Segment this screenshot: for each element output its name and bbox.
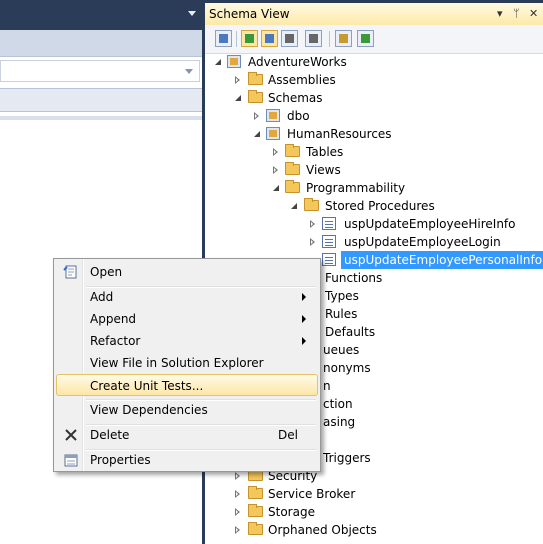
hierarchy-icon[interactable] <box>305 30 322 47</box>
database-project-icon <box>227 55 241 68</box>
close-icon[interactable]: ✕ <box>529 7 538 20</box>
synchronize-icon[interactable] <box>357 30 374 47</box>
tree-item-schemas[interactable]: Schemas <box>205 89 543 107</box>
folder-icon <box>248 504 263 517</box>
folder-icon <box>248 522 263 535</box>
schema-icon <box>266 109 280 122</box>
chevron-down-icon[interactable] <box>185 69 193 74</box>
expand-icon[interactable] <box>273 166 278 174</box>
folder-icon <box>285 162 300 175</box>
menu-item-append[interactable]: Append <box>56 308 318 330</box>
tree-item-tables[interactable]: Tables <box>205 143 543 161</box>
menu-item-delete[interactable]: Delete Del <box>56 424 318 446</box>
expand-icon[interactable] <box>310 238 315 246</box>
toolbar-separator <box>236 31 237 47</box>
submenu-arrow-icon <box>302 293 306 301</box>
menu-item-view-dependencies[interactable]: View Dependencies <box>56 399 318 421</box>
stored-procedure-icon <box>322 235 336 248</box>
editor-divider <box>0 116 202 120</box>
sort-icon[interactable] <box>261 30 278 47</box>
refresh-icon[interactable] <box>241 30 258 47</box>
menu-item-open[interactable]: Open <box>56 261 318 283</box>
filter-icon[interactable] <box>281 30 298 47</box>
tree-item-views[interactable]: Views <box>205 161 543 179</box>
tree-item-humanresources[interactable]: HumanResources <box>205 125 543 143</box>
properties-toolbar-icon[interactable] <box>215 30 232 47</box>
tree-item-dbo[interactable]: dbo <box>205 107 543 125</box>
tree-item-service-broker[interactable]: Service Broker <box>205 485 543 503</box>
menu-item-create-unit-tests[interactable]: Create Unit Tests... <box>56 374 318 396</box>
expand-icon[interactable] <box>254 112 259 120</box>
collapse-icon[interactable] <box>273 185 279 191</box>
folder-icon <box>285 144 300 157</box>
stored-procedure-icon <box>322 217 336 230</box>
editor-toolbar <box>0 88 202 112</box>
schema-icon <box>266 127 280 140</box>
folder-icon <box>248 486 263 499</box>
editor-header-bar <box>0 30 202 57</box>
folder-icon <box>285 180 300 193</box>
schema-view-toolbar <box>205 25 543 54</box>
tree-item-orphaned-objects[interactable]: Orphaned Objects <box>205 521 543 539</box>
menu-item-view-file-in-solution-explorer[interactable]: View File in Solution Explorer <box>56 352 318 374</box>
pin-icon[interactable]: ᛘ <box>513 7 520 20</box>
delete-icon <box>65 429 77 441</box>
toolbar-separator <box>329 31 330 47</box>
tab-dropdown-icon[interactable] <box>188 11 196 16</box>
tree-item-stored-procedures[interactable]: Stored Procedures <box>205 197 543 215</box>
expand-icon[interactable] <box>310 220 315 228</box>
folder-icon <box>248 90 263 103</box>
window-position-icon[interactable]: ▾ <box>497 7 503 20</box>
properties-icon <box>64 454 78 467</box>
tree-item-sp-hireinfo[interactable]: uspUpdateEmployeeHireInfo <box>205 215 543 233</box>
submenu-arrow-icon <box>302 315 306 323</box>
collapse-icon[interactable] <box>291 203 297 209</box>
selected-tree-label: uspUpdateEmployeePersonalInfo <box>341 251 543 269</box>
folder-icon <box>248 72 263 85</box>
expand-icon[interactable] <box>235 76 240 84</box>
document-tab-strip <box>0 0 202 30</box>
expand-icon[interactable] <box>235 490 240 498</box>
collapse-icon[interactable] <box>254 131 260 137</box>
expand-icon[interactable] <box>273 148 278 156</box>
submenu-arrow-icon <box>302 337 306 345</box>
open-icon <box>63 265 77 279</box>
collapse-icon[interactable] <box>215 59 221 65</box>
tree-item-root[interactable]: AdventureWorks <box>205 53 543 71</box>
schema-view-header: Schema View ▾ ᛘ ✕ <box>205 3 543 26</box>
expand-icon[interactable] <box>235 508 240 516</box>
search-icon[interactable] <box>335 30 352 47</box>
context-menu: Open Add Append Refactor View File in So… <box>53 258 321 472</box>
menu-item-add[interactable]: Add <box>56 286 318 308</box>
menu-item-refactor[interactable]: Refactor <box>56 330 318 352</box>
collapse-icon[interactable] <box>235 95 241 101</box>
tree-item-assemblies[interactable]: Assemblies <box>205 71 543 89</box>
panel-title: Schema View <box>209 7 290 21</box>
stored-procedure-icon <box>322 253 336 266</box>
editor-combo-box[interactable] <box>0 60 200 82</box>
menu-item-properties[interactable]: Properties <box>56 449 318 471</box>
expand-icon[interactable] <box>235 472 240 480</box>
tree-item-programmability[interactable]: Programmability <box>205 179 543 197</box>
expand-icon[interactable] <box>235 526 240 534</box>
tree-item-storage[interactable]: Storage <box>205 503 543 521</box>
folder-icon <box>304 198 319 211</box>
tree-item-sp-login[interactable]: uspUpdateEmployeeLogin <box>205 233 543 251</box>
